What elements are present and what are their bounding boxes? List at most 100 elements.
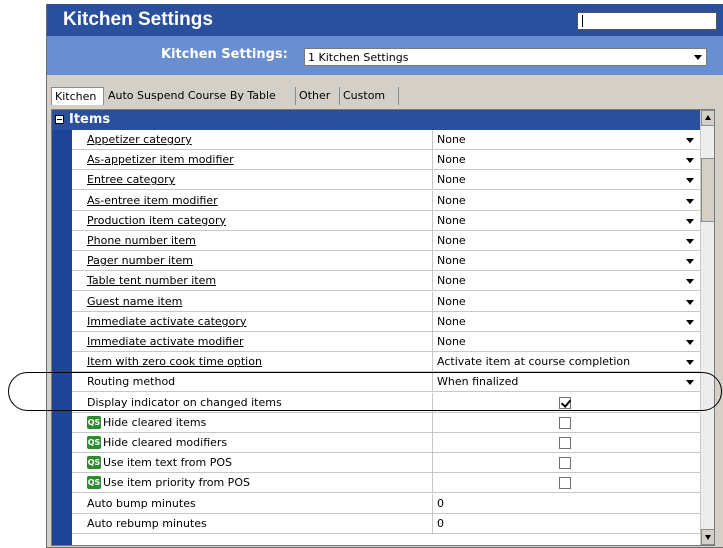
- group-label: Items: [69, 112, 111, 127]
- setting-label: Display indicator on changed items: [87, 395, 282, 409]
- setting-value: None: [437, 213, 466, 227]
- setting-value-cell[interactable]: None: [432, 150, 700, 171]
- title-search-input[interactable]: [577, 12, 717, 30]
- setting-value-cell[interactable]: None: [432, 251, 700, 272]
- scroll-up-icon[interactable]: [701, 110, 714, 126]
- setting-label: Hide cleared items: [103, 415, 207, 429]
- setting-row[interactable]: Immediate activate category None: [72, 311, 700, 332]
- setting-value-cell[interactable]: 0: [432, 513, 700, 534]
- quick-service-icon: QS: [87, 436, 101, 449]
- setting-checkbox[interactable]: [559, 477, 571, 490]
- setting-row[interactable]: Phone number item None: [72, 231, 700, 251]
- setting-value: None: [437, 254, 466, 268]
- setting-value: None: [437, 193, 466, 207]
- setting-value: 0: [437, 496, 444, 510]
- setting-row[interactable]: Routing method When finalized: [72, 372, 700, 393]
- setting-row[interactable]: Production item category None: [72, 210, 700, 231]
- setting-row[interactable]: Table tent number item None: [72, 271, 700, 292]
- setting-value-cell[interactable]: None: [432, 231, 700, 251]
- chevron-down-icon[interactable]: [686, 138, 694, 143]
- setting-value-cell[interactable]: [432, 392, 700, 413]
- setting-checkbox[interactable]: [559, 416, 571, 429]
- setting-value-cell[interactable]: None: [432, 291, 700, 312]
- setting-value-cell[interactable]: None: [432, 190, 700, 211]
- setting-label: Use item text from POS: [103, 456, 232, 470]
- setting-label: Guest name item: [87, 294, 183, 308]
- setting-label: Routing method: [87, 375, 176, 389]
- chevron-down-icon[interactable]: [686, 178, 694, 184]
- selector-value: 1 Kitchen Settings: [308, 51, 409, 64]
- setting-row[interactable]: Item with zero cook time option Activate …: [72, 352, 700, 373]
- chevron-down-icon[interactable]: [686, 259, 694, 265]
- group-header-items[interactable]: Items: [52, 110, 700, 130]
- chevron-down-icon[interactable]: [686, 279, 694, 285]
- setting-row[interactable]: Immediate activate modifier None: [72, 332, 700, 352]
- setting-value-cell[interactable]: None: [432, 271, 700, 292]
- setting-label: Appetizer category: [87, 133, 192, 146]
- scroll-thumb[interactable]: [701, 158, 714, 222]
- setting-value-cell[interactable]: None: [432, 210, 700, 231]
- setting-row[interactable]: Auto rebump minutes 0: [72, 513, 700, 534]
- setting-row[interactable]: Display indicator on changed items: [72, 392, 700, 413]
- settings-window: Kitchen Settings Kitchen Settings: 1 Kit…: [46, 4, 723, 548]
- chevron-down-icon[interactable]: [686, 198, 694, 204]
- setting-label: Use item priority from POS: [103, 476, 250, 490]
- setting-label: Entree category: [87, 173, 176, 187]
- setting-row[interactable]: Appetizer category None: [72, 130, 700, 150]
- setting-label: Immediate activate category: [87, 314, 247, 328]
- setting-value-cell[interactable]: [432, 433, 700, 453]
- setting-row[interactable]: As-entree item modifier None: [72, 190, 700, 211]
- chevron-down-icon: [694, 55, 702, 60]
- setting-row[interactable]: QS Hide cleared items: [72, 412, 700, 433]
- setting-row[interactable]: Pager number item None: [72, 251, 700, 272]
- setting-row[interactable]: Entree category None: [72, 170, 700, 191]
- row-gutter: [52, 130, 72, 545]
- setting-checkbox[interactable]: [559, 437, 571, 449]
- chevron-down-icon[interactable]: [686, 360, 694, 366]
- vertical-scrollbar[interactable]: [700, 110, 714, 545]
- chevron-down-icon[interactable]: [686, 319, 694, 325]
- setting-label: Auto bump minutes: [87, 496, 196, 510]
- quick-service-icon: QS: [87, 456, 101, 470]
- setting-value: 0: [437, 516, 444, 530]
- setting-row[interactable]: Guest name item None: [72, 291, 700, 312]
- tab-auto-suspend-course[interactable]: Auto Suspend Course By Table: [105, 87, 296, 105]
- setting-row[interactable]: Auto bump minutes 0: [72, 493, 700, 514]
- chevron-down-icon[interactable]: [686, 380, 694, 386]
- setting-value-cell[interactable]: [432, 453, 700, 474]
- setting-label: Phone number item: [87, 234, 196, 247]
- tab-custom[interactable]: Custom: [340, 87, 399, 105]
- setting-value-cell[interactable]: Activate item at course completion: [432, 352, 700, 373]
- setting-value-cell[interactable]: When finalized: [432, 372, 700, 393]
- setting-value: None: [437, 153, 466, 167]
- setting-value-cell[interactable]: None: [432, 130, 700, 150]
- kitchen-settings-select[interactable]: 1 Kitchen Settings: [304, 48, 707, 66]
- setting-label: Pager number item: [87, 254, 193, 268]
- chevron-down-icon[interactable]: [686, 299, 694, 305]
- setting-row[interactable]: As-appetizer item modifier None: [72, 150, 700, 171]
- setting-value-cell[interactable]: [432, 412, 700, 433]
- tab-kitchen[interactable]: Kitchen: [51, 87, 104, 105]
- tab-other[interactable]: Other: [296, 87, 340, 105]
- chevron-down-icon[interactable]: [686, 158, 694, 164]
- setting-row[interactable]: QS Use item text from POS: [72, 453, 700, 474]
- setting-value-cell[interactable]: None: [432, 311, 700, 332]
- setting-checkbox[interactable]: [559, 396, 571, 409]
- setting-label: Hide cleared modifiers: [103, 436, 228, 449]
- chevron-down-icon[interactable]: [686, 218, 694, 224]
- setting-checkbox[interactable]: [559, 457, 571, 470]
- setting-value-cell[interactable]: None: [432, 332, 700, 352]
- setting-row[interactable]: QS Hide cleared modifiers: [72, 433, 700, 453]
- chevron-down-icon[interactable]: [686, 340, 694, 345]
- setting-row[interactable]: QS Use item priority from POS: [72, 473, 700, 494]
- setting-label: As-entree item modifier: [87, 193, 218, 207]
- collapse-icon[interactable]: [55, 115, 64, 124]
- setting-value: Activate item at course completion: [437, 355, 631, 369]
- setting-value-cell[interactable]: [432, 473, 700, 494]
- setting-value: None: [437, 133, 466, 146]
- setting-value-cell[interactable]: 0: [432, 493, 700, 514]
- setting-label: Item with zero cook time option: [87, 355, 262, 369]
- scroll-down-icon[interactable]: [701, 529, 714, 545]
- setting-value-cell[interactable]: None: [432, 170, 700, 191]
- chevron-down-icon[interactable]: [686, 239, 694, 244]
